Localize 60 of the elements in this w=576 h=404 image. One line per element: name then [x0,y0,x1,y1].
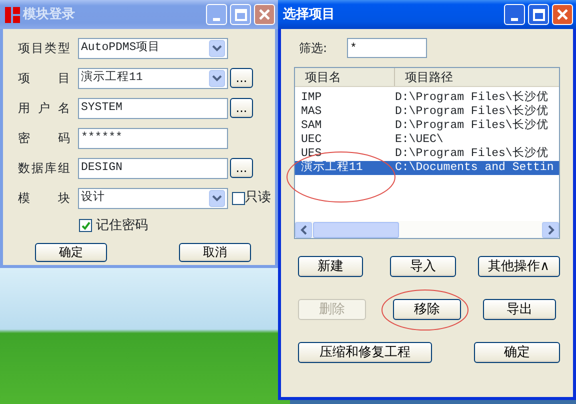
close-button[interactable] [552,4,573,25]
maximize-button[interactable] [230,4,251,25]
window-title: 模块登录 [23,6,76,24]
filter-field[interactable]: * [347,38,427,58]
table-cell-text: E:\UEC\ [395,133,444,147]
list-row[interactable]: UEC E:\UEC\ [295,133,559,147]
field-label: 项目类型 [18,40,70,57]
column-header[interactable]: 项目名 [295,68,395,86]
field-label: 密码 [18,130,70,147]
table-cell-text: UEC [300,133,323,147]
close-button[interactable] [254,4,275,25]
app-logo-icon [5,6,20,22]
field-label: 模块 [18,190,70,207]
dropdown[interactable]: AutoPDMS项目 [78,38,228,58]
field-label: 用户名 [18,100,70,117]
checkbox[interactable] [232,192,245,204]
table-cell-text: UES [300,147,323,161]
dialog-button[interactable]: 导入 [390,256,456,277]
dialog-button[interactable]: 确定 [35,242,107,262]
input-field[interactable]: ****** [78,128,228,148]
dialog-button[interactable]: 其他操作∧ [478,256,560,277]
table-cell-text: SAM [300,119,323,133]
filter-label: 筛选: [299,40,328,57]
input-field[interactable]: DESIGN [78,158,228,178]
dialog-button[interactable]: 取消 [179,242,251,262]
minimize-button[interactable] [504,4,525,25]
dialog-button[interactable]: 压缩和修复工程 [298,342,432,363]
dialog-button[interactable]: 新建 [298,256,364,277]
maximize-icon [532,8,544,20]
dialog-button[interactable]: 移除 [393,299,461,320]
close-icon [258,8,271,21]
field-label: 数据库组 [18,160,70,177]
browse-button[interactable]: ... [230,158,253,178]
dropdown[interactable]: 演示工程11 [78,68,228,88]
checkbox-label: 只读 [245,189,271,208]
table-cell-text: MAS [300,105,323,119]
close-icon [556,8,569,21]
checkbox[interactable] [79,219,92,232]
minimize-button[interactable] [206,4,227,25]
field-label: 项目 [18,70,70,87]
input-field[interactable]: SYSTEM [78,98,228,118]
minimize-icon [511,18,518,20]
table-cell-text: 演示工程11 [300,161,364,175]
horizontal-scrollbar[interactable] [295,221,559,238]
table-cell-text: IMP [300,91,323,105]
dialog-button[interactable]: 确定 [474,342,560,363]
table-cell-text: C:\Documents and Settin [395,161,555,175]
browse-button[interactable]: ... [230,98,253,118]
scrollbar-thumb[interactable] [313,222,399,238]
column-header[interactable]: 项目路径 [395,68,559,86]
dialog-button[interactable]: 导出 [483,299,556,320]
list-row[interactable]: 演示工程11 C:\Documents and Settin [295,161,559,175]
check-icon [80,221,90,230]
dropdown[interactable]: 设计 [78,188,228,208]
maximize-icon [234,8,246,20]
window-title: 选择项目 [283,6,336,24]
checkbox-label: 记住密码 [96,217,148,235]
browse-button[interactable]: ... [230,68,253,88]
maximize-button[interactable] [528,4,549,25]
minimize-icon [213,18,220,20]
